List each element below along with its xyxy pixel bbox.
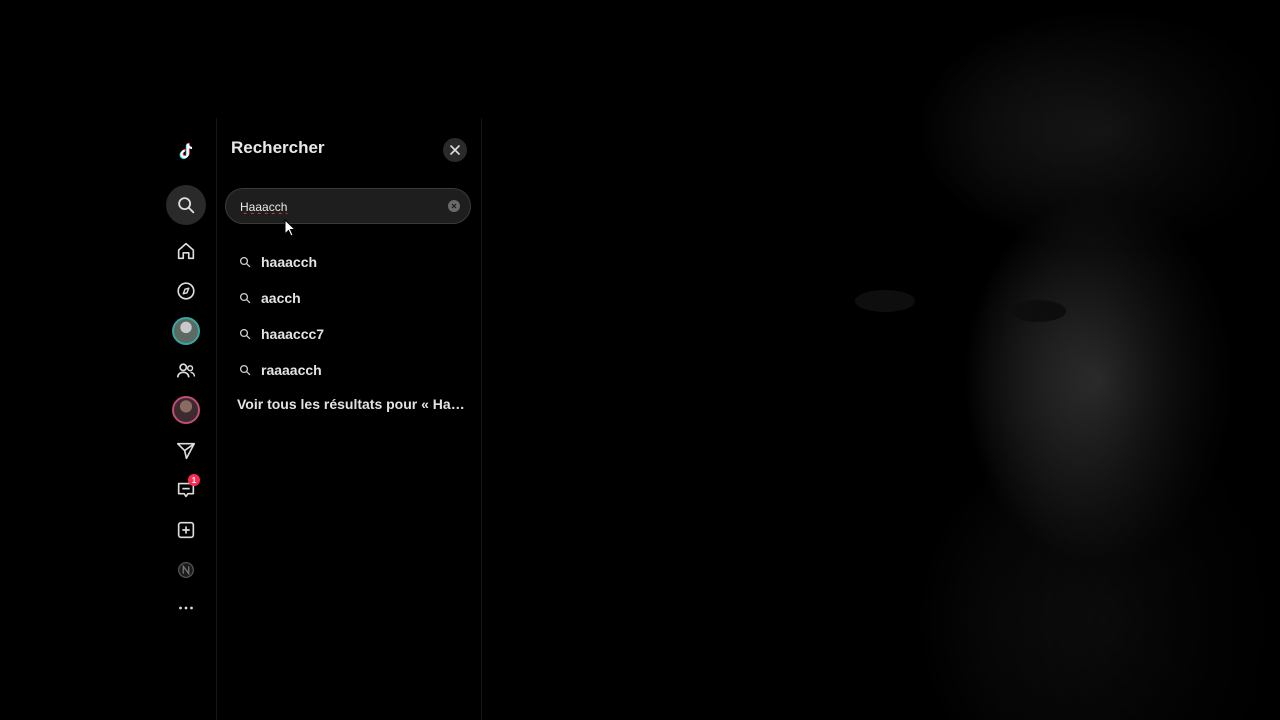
more-icon[interactable] bbox=[166, 588, 206, 628]
suggestion-label: aacch bbox=[261, 290, 301, 306]
search-icon bbox=[239, 328, 251, 340]
app-window: 1 Rechercher haaacch bbox=[0, 0, 1280, 720]
avatar-live[interactable] bbox=[166, 390, 206, 430]
suggestion-list: haaacch aacch haaaccc7 raaaacch bbox=[239, 244, 469, 388]
inbox-icon[interactable]: 1 bbox=[166, 470, 206, 510]
suggestion-label: haaacch bbox=[261, 254, 318, 270]
search-panel: Rechercher haaacch aacch haaaccc bbox=[216, 118, 482, 720]
compass-icon[interactable] bbox=[166, 271, 206, 311]
search-input[interactable] bbox=[238, 189, 442, 225]
send-icon[interactable] bbox=[166, 431, 206, 471]
profile-icon[interactable] bbox=[166, 550, 206, 590]
tiktok-logo-icon[interactable] bbox=[166, 132, 206, 172]
inbox-badge: 1 bbox=[188, 474, 200, 486]
suggestion-item[interactable]: haaaccc7 bbox=[239, 316, 469, 352]
side-nav-rail: 1 bbox=[160, 128, 212, 628]
search-icon bbox=[239, 292, 251, 304]
home-icon[interactable] bbox=[166, 231, 206, 271]
suggestion-item[interactable]: haaacch bbox=[239, 244, 469, 280]
mouse-cursor-icon bbox=[284, 219, 296, 237]
upload-icon[interactable] bbox=[166, 510, 206, 550]
search-icon[interactable] bbox=[166, 185, 206, 225]
suggestion-item[interactable]: aacch bbox=[239, 280, 469, 316]
friends-icon[interactable] bbox=[166, 351, 206, 391]
clear-search-button[interactable] bbox=[448, 200, 460, 212]
panel-title: Rechercher bbox=[231, 138, 325, 157]
background-video[interactable] bbox=[680, 0, 1280, 720]
close-button[interactable] bbox=[443, 138, 467, 162]
close-icon bbox=[450, 145, 460, 155]
search-icon bbox=[239, 364, 251, 376]
clear-icon bbox=[451, 203, 457, 209]
search-box bbox=[225, 188, 471, 225]
suggestion-label: raaaacch bbox=[261, 362, 322, 378]
search-icon bbox=[239, 256, 251, 268]
avatar-following[interactable] bbox=[166, 311, 206, 351]
suggestion-item[interactable]: raaaacch bbox=[239, 352, 469, 388]
suggestion-label: haaaccc7 bbox=[261, 326, 325, 342]
see-all-results-link[interactable]: Voir tous les résultats pour « Haaa... bbox=[237, 396, 467, 412]
